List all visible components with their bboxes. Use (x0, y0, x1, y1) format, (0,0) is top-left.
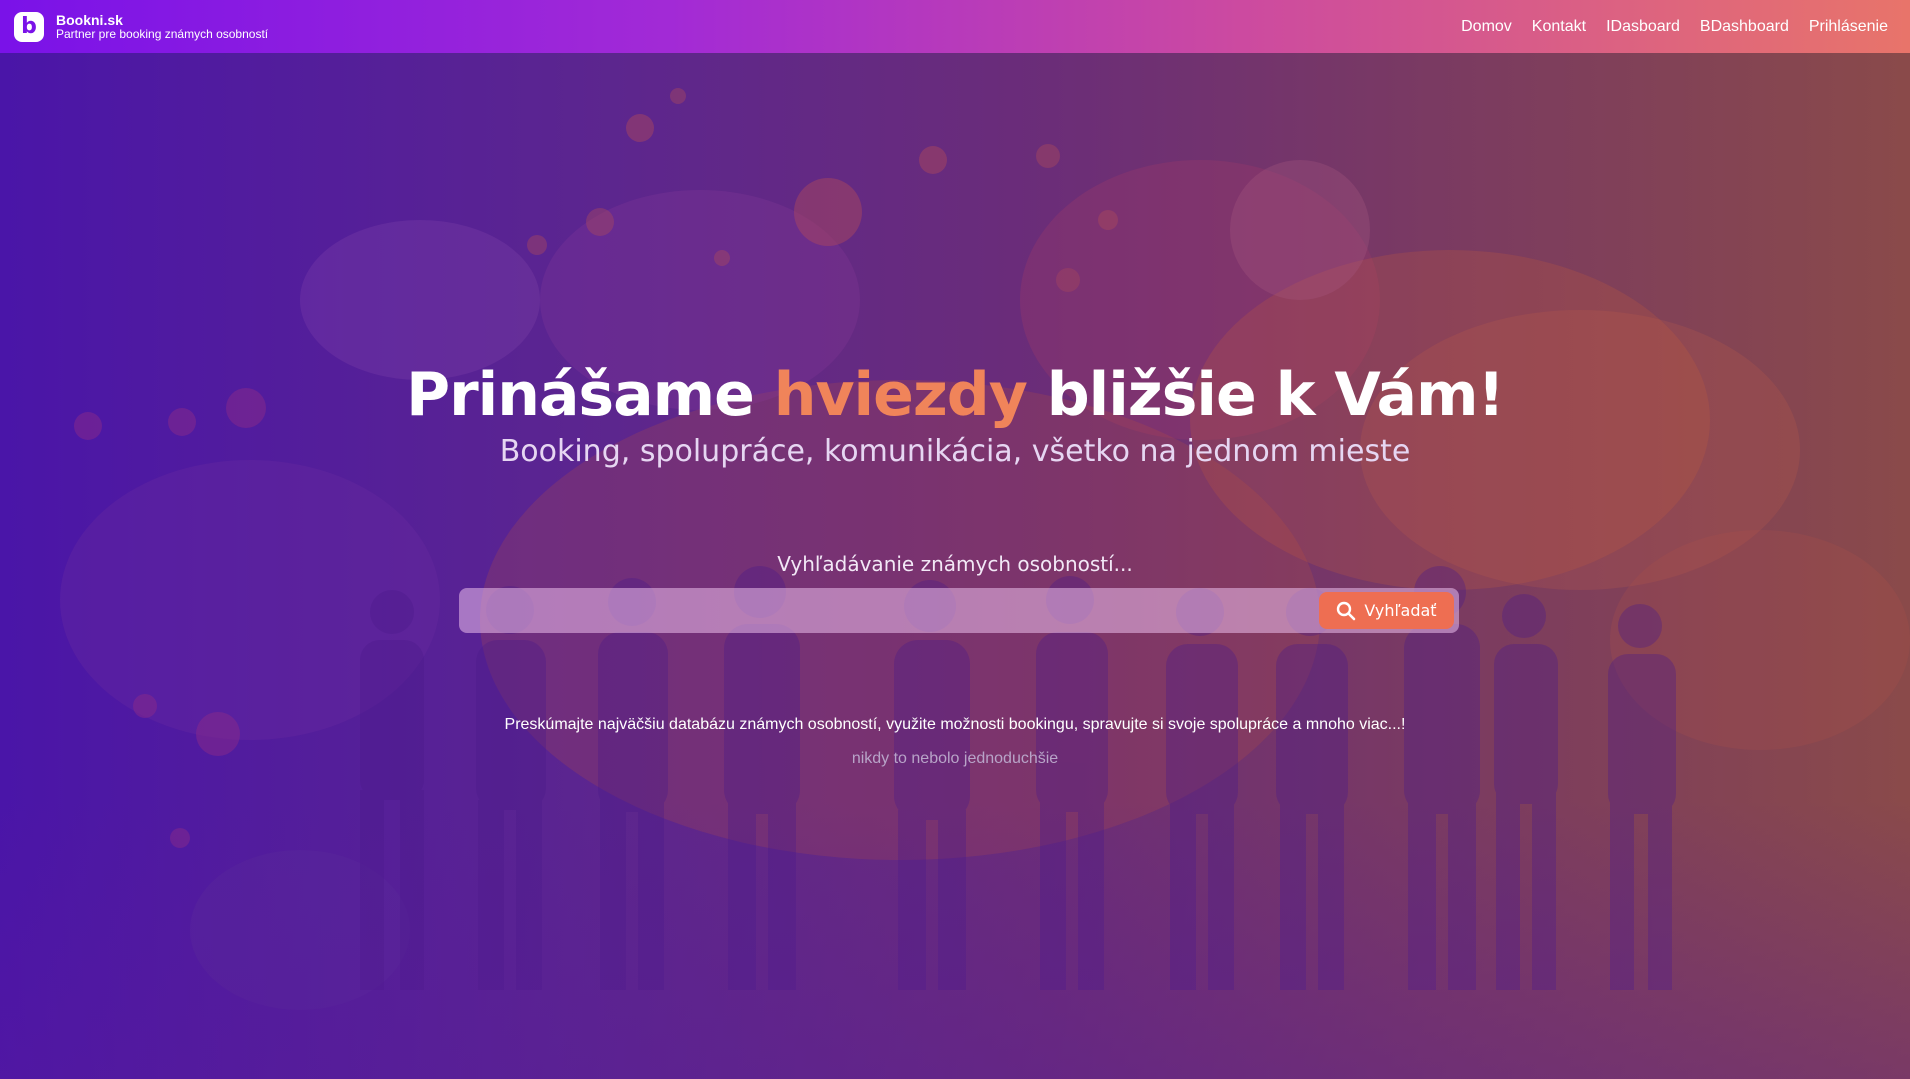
nav-link-idashboard[interactable]: IDasboard (1606, 18, 1680, 36)
top-navbar: b Bookni.sk Partner pre booking známych … (0, 0, 1910, 53)
search-box: Vyhľadať (459, 588, 1459, 633)
nav-link-login[interactable]: Prihlásenie (1809, 18, 1888, 36)
headline-after: bližšie k Vám! (1026, 360, 1505, 430)
nav-link-kontakt[interactable]: Kontakt (1532, 18, 1586, 36)
headline-accent-word: hviezdy (773, 360, 1028, 430)
nav-link-domov[interactable]: Domov (1461, 18, 1512, 36)
nav-link-bdashboard[interactable]: BDashboard (1700, 18, 1789, 36)
search-label: Vyhľadávanie známych osobností... (777, 552, 1133, 576)
brand-link[interactable]: b Bookni.sk Partner pre booking známych … (14, 11, 268, 42)
hero-tagline: nikdy to nebolo jednoduchšie (851, 750, 1059, 767)
bookni-logo-icon: b (14, 11, 44, 42)
search-input[interactable] (459, 588, 1309, 633)
nav-links: Domov Kontakt IDasboard BDashboard Prihl… (1461, 18, 1888, 36)
search-button[interactable]: Vyhľadať (1319, 592, 1454, 629)
hero-section: Prinášame hviezdy bližšie k Vám! Booking… (0, 0, 1910, 1079)
search-icon (1336, 601, 1356, 621)
brand-text: Bookni.sk Partner pre booking známych os… (56, 13, 268, 41)
hero-headline: Prinášame hviezdy bližšie k Vám! (0, 355, 1910, 435)
hero-description: Preskúmajte najväčšiu databázu známych o… (504, 716, 1406, 733)
search-button-label: Vyhľadať (1364, 601, 1437, 620)
headline-before: Prinášame (406, 360, 774, 430)
brand-name: Bookni.sk (56, 11, 123, 28)
brand-tagline: Partner pre booking známych osobností (56, 26, 269, 41)
hero-subheadline: Booking, spolupráce, komunikácia, všetko… (499, 434, 1411, 469)
